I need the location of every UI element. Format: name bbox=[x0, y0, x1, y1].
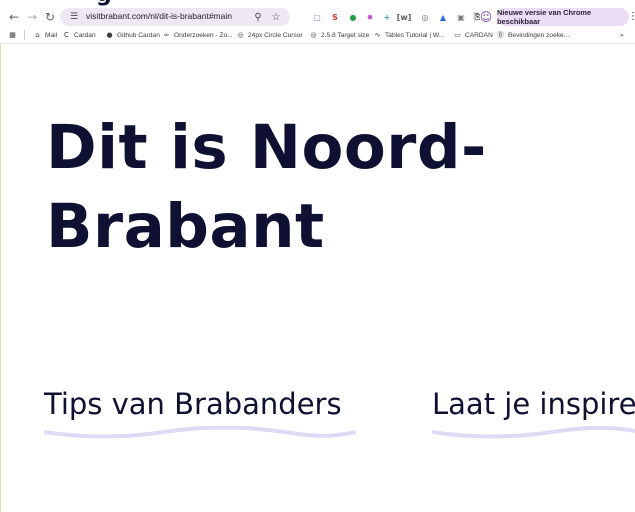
page-title-line-2: Brabant bbox=[46, 191, 325, 262]
ext-7-icon[interactable]: ◎ bbox=[418, 10, 432, 24]
back-arrow-icon[interactable]: ← bbox=[6, 9, 22, 25]
site-settings-icon[interactable]: ☰ bbox=[66, 9, 82, 25]
chrome-update-button[interactable]: Nieuwe versie van Chrome beschikbaar bbox=[497, 8, 629, 26]
bookmark-label: 2.5.8 Target size bbox=[321, 31, 370, 39]
bookmarks-divider bbox=[24, 30, 25, 40]
bookmark-item[interactable]: ∞ Onderzoeken - Zo... bbox=[162, 28, 233, 42]
bevindingen-icon: Ⓑ bbox=[497, 31, 504, 39]
toolbar-divider bbox=[474, 12, 475, 22]
tips-heading[interactable]: Tips van Brabanders bbox=[44, 387, 342, 421]
github-icon: ● bbox=[106, 31, 113, 39]
ext-2-icon[interactable]: S bbox=[328, 10, 342, 24]
ext-5-icon[interactable]: + bbox=[380, 10, 394, 24]
bookmarks-bar: ▦ ⌂ Mail C Cardan ● Github Cardan ∞ Onderzoeken… bbox=[0, 28, 635, 42]
chrome-menu-icon[interactable]: ⋮ bbox=[628, 10, 635, 24]
bookmark-label: CARDAN bbox=[465, 31, 493, 39]
tables-icon: ∿ bbox=[374, 31, 381, 39]
inspire-heading[interactable]: Laat je inspire bbox=[432, 387, 635, 421]
reload-icon[interactable]: ↻ bbox=[42, 9, 58, 25]
page-title-line-1: Dit is Noord- bbox=[46, 112, 487, 183]
bookmark-item[interactable]: ● Github Cardan bbox=[105, 28, 160, 42]
ext-3-icon[interactable]: ● bbox=[346, 10, 360, 24]
bookmark-item[interactable]: ⌂ Mail bbox=[33, 28, 57, 42]
tips-wave-underline bbox=[44, 426, 356, 439]
bookmark-label: Github Cardan bbox=[117, 31, 160, 39]
mail-icon: ⌂ bbox=[35, 31, 40, 39]
bookmark-label: Mail bbox=[45, 31, 58, 39]
ext-4-icon[interactable]: ✸ bbox=[363, 10, 377, 24]
bookmark-star-icon[interactable]: ☆ bbox=[268, 9, 284, 25]
bookmarks-overflow-icon[interactable]: » bbox=[620, 28, 624, 42]
apps-grid-icon[interactable]: ▦ bbox=[8, 28, 17, 42]
url-text[interactable]: visitbrabant.com/nl/dit-is-brabant#main bbox=[86, 11, 232, 21]
zoom-icon[interactable]: ⚲ bbox=[250, 9, 266, 25]
bookmark-item[interactable]: ◎ 24px Circle Cursor bbox=[236, 28, 303, 42]
bookmark-label: Cardan bbox=[74, 31, 96, 39]
browser-toolbar: ← → ↻ ☰ visitbrabant.com/nl/dit-is-braba… bbox=[0, 6, 635, 28]
bookmark-item[interactable]: Ⓑ Bevindingen zoeke... bbox=[496, 28, 569, 42]
ext-8-icon[interactable]: ▲ bbox=[436, 10, 450, 24]
page-left-edge bbox=[0, 44, 1, 512]
ext-1-icon[interactable]: ▢ bbox=[310, 10, 324, 24]
ext-6-icon[interactable]: [w] bbox=[397, 10, 412, 24]
bookmark-label: Tables Tutorial | W... bbox=[385, 31, 445, 39]
browser-divider bbox=[0, 43, 635, 44]
zoom-icon: ∞ bbox=[163, 31, 170, 39]
chrome-update-label: Nieuwe versie van Chrome beschikbaar bbox=[497, 8, 592, 26]
bookmark-item[interactable]: ▭ CARDAN bbox=[453, 28, 493, 42]
inspire-wave-underline bbox=[432, 426, 635, 439]
bookmark-item[interactable]: ◎ 2.5.8 Target size bbox=[309, 28, 369, 42]
folder-icon: ▭ bbox=[454, 31, 461, 39]
globe-icon: ◎ bbox=[310, 31, 317, 39]
address-bar[interactable]: ☰ visitbrabant.com/nl/dit-is-brabant#mai… bbox=[60, 8, 290, 26]
globe-icon: ◎ bbox=[237, 31, 244, 39]
forward-arrow-icon[interactable]: → bbox=[24, 9, 40, 25]
bookmark-label: 24px Circle Cursor bbox=[248, 31, 303, 39]
ext-9-icon[interactable]: ▣ bbox=[454, 10, 468, 24]
bookmark-label: Bevindingen zoeke... bbox=[508, 31, 570, 39]
profile-icon[interactable]: ☺ bbox=[478, 9, 494, 25]
bookmark-item[interactable]: ∿ Tables Tutorial | W... bbox=[373, 28, 445, 42]
cardan-icon: C bbox=[64, 31, 69, 39]
bookmark-item[interactable]: C Cardan bbox=[62, 28, 96, 42]
page-title: Dit is Noord- Brabant bbox=[46, 108, 606, 266]
bookmark-label: Onderzoeken - Zo... bbox=[174, 31, 233, 39]
